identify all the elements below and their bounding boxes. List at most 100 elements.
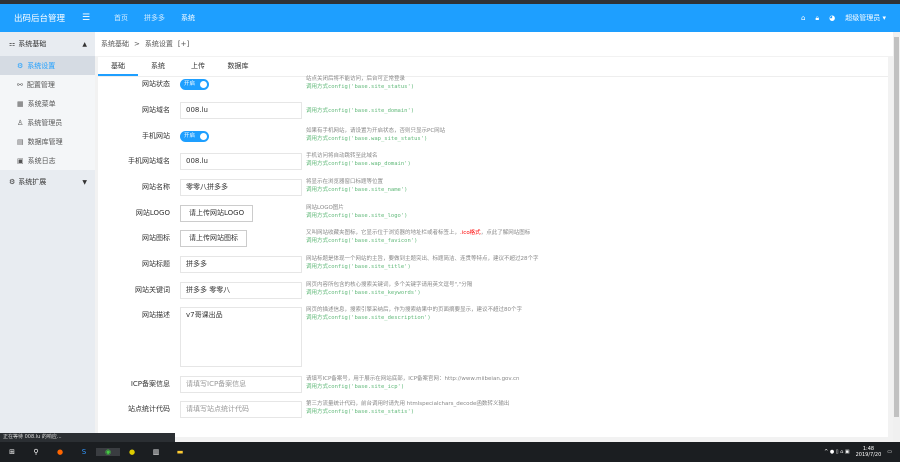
text-input[interactable]: 拼多多 零零八 <box>180 282 302 299</box>
help-text: 如果有手机网站，请设置为开启状态，否则只显示PC网站 <box>306 128 446 134</box>
nav-system[interactable]: 系统 <box>173 13 203 23</box>
field-label: ICP备案信息 <box>130 380 170 388</box>
menu-grid-icon: ▦ <box>17 99 24 108</box>
sidebar-item-label: 系统设置 <box>27 61 56 70</box>
taskbar: ⊞ ⚲ ● S ◉ ● ▥ ▬ ^ ● ▯ ⌂ ▣ 1:48 2019/7/20 … <box>0 442 900 462</box>
user-name: 超级管理员 <box>845 14 881 22</box>
field-label: 网站状态 <box>142 80 170 88</box>
field-help: 如果有手机网站，请设置为开启状态，否则只显示PC网站 调用方式config('ba… <box>306 127 566 143</box>
scrollbar[interactable] <box>893 32 900 442</box>
help-code: 调用方式config('base.site_domain') <box>306 108 415 114</box>
text-input[interactable]: 拼多多 <box>180 256 302 273</box>
clock[interactable]: 1:48 2019/7/20 <box>856 446 882 458</box>
text-input[interactable]: 请填写ICP备案信息 <box>180 376 302 393</box>
nav-home[interactable]: 首页 <box>106 13 136 23</box>
app-icon-2[interactable]: ▥ <box>144 448 168 456</box>
help-code: 调用方式config('base.site_icp') <box>306 384 405 390</box>
field-help: 网页内容所包含的核心搜索关键词，多个关键字请用英文逗号","分隔 调用方式conf… <box>306 281 566 297</box>
field-label: 站点统计代码 <box>128 405 170 413</box>
help-text: 将显示在浏览器窗口标题等位置 <box>306 179 384 185</box>
database-icon: ▤ <box>17 137 24 146</box>
log-icon: ▣ <box>17 156 24 165</box>
tab-basic[interactable]: 基础 <box>98 57 138 76</box>
top-header: 出码后台管理 ☰ 首页 拼多多 系统 ⌂ 🔒︎ ◕ 超级管理员 ▾ <box>0 4 900 32</box>
chevron-down-icon: ▼ <box>82 178 87 186</box>
sidebar-item-label: 配置管理 <box>26 80 55 89</box>
sidebar-item-label: 系统管理员 <box>27 118 63 127</box>
upload-button[interactable]: 请上传网站图标 <box>180 230 247 247</box>
text-input[interactable]: 008.lu <box>180 102 302 119</box>
config-icon: ⚯ <box>17 80 23 89</box>
file-explorer-icon[interactable]: ▬ <box>168 448 192 456</box>
grid-icon: ⚏ <box>9 40 16 48</box>
field-help: 又叫网站收藏夹图标，它显示位于浏览器的地址栏或者标签上，.ico格式，点此了解网… <box>306 229 566 245</box>
field-label: 网站名称 <box>142 183 170 191</box>
description-textarea[interactable]: v7哥课出品 <box>180 307 302 367</box>
user-menu[interactable]: 超级管理员 ▾ <box>845 13 886 23</box>
sidebar-item-admins[interactable]: ♙ 系统管理员 <box>0 113 95 132</box>
search-icon[interactable]: ⚲ <box>24 448 48 456</box>
status-toggle[interactable]: 开启 <box>180 131 209 142</box>
menu-toggle-icon[interactable]: ☰ <box>82 13 106 23</box>
field-help: 将显示在浏览器窗口标题等位置调用方式config('base.site_name… <box>306 178 566 194</box>
tab-database[interactable]: 数据库 <box>218 57 258 76</box>
windows-start-icon[interactable]: ⊞ <box>0 448 24 456</box>
sidebar-item-label: 系统日志 <box>27 156 56 165</box>
sidebar-item-label: 数据库管理 <box>27 137 63 146</box>
field-help: 第三方流量统计代码，前台调用时请先用 htmlspecialchars_deco… <box>306 400 566 416</box>
field-label: 网站描述 <box>142 311 170 319</box>
breadcrumb-item[interactable]: 系统设置 <box>145 39 173 49</box>
form-row: 站点统计代码 请填写站点统计代码 第三方流量统计代码，前台调用时请先用 htmls… <box>98 401 509 418</box>
sidebar-item-config[interactable]: ⚯ 配置管理 <box>0 75 95 94</box>
help-code: 调用方式config('base.site_keywords') <box>306 290 421 296</box>
form-row: 网站域名 008.lu 调用方式config('base.site_domain'… <box>98 102 414 119</box>
upload-button[interactable]: 请上传网站LOGO <box>180 205 254 222</box>
text-input[interactable]: 零零八拼多多 <box>180 179 302 196</box>
notification-icon[interactable]: ▭ <box>887 449 892 455</box>
help-text: 网页内容所包含的核心搜索关键词，多个关键字请用英文逗号","分隔 <box>306 282 473 288</box>
form-row: ICP备案信息 请填写ICP备案信息 请填写ICP备案号，用于展示在网站底部，IC… <box>98 376 520 393</box>
help-code: 调用方式config('base.site_status') <box>306 84 415 90</box>
form-row: 网站描述 v7哥课出品 网页的描述信息，搜索引擎采纳后，作为搜索结果中的页面摘要显… <box>98 307 522 367</box>
help-code: 调用方式config('base.site_description') <box>306 315 431 321</box>
breadcrumb: 系统基础 > 系统设置 [+] <box>95 32 893 56</box>
field-help: 网站标题是体现一个网站的主旨，要做到主题突出、标题简洁、连贯等特点，建议不超过2… <box>306 255 566 271</box>
sidebar-item-settings[interactable]: ⚙ 系统设置 <box>0 56 95 75</box>
help-code: 调用方式config('base.site_logo') <box>306 213 408 219</box>
sidebar-group-system-base[interactable]: ⚏ 系统基础 ▲ <box>0 32 95 56</box>
app-icon[interactable]: ● <box>120 448 144 456</box>
tray-icons[interactable]: ^ ● ▯ ⌂ ▣ <box>824 449 850 455</box>
sidebar-item-menu[interactable]: ▦ 系统菜单 <box>0 94 95 113</box>
form-row: 手机网站域名 008.lu 手机访问将自动跳转至此域名 调用方式config('ba… <box>98 153 411 170</box>
field-help: 请填写ICP备案号，用于展示在网站底部，ICP备案官网：http://www.m… <box>306 375 566 391</box>
field-help: 网站LOGO图片 调用方式config('base.site_logo') <box>306 204 566 220</box>
nav-pinduoduo[interactable]: 拼多多 <box>136 13 173 23</box>
home-icon[interactable]: ⌂ <box>801 14 805 22</box>
gear-icon: ⚙ <box>17 61 24 70</box>
status-toggle[interactable]: 开启 <box>180 79 209 90</box>
chrome-icon[interactable]: ◉ <box>96 448 120 456</box>
add-shortcut-button[interactable]: [+] <box>178 40 189 48</box>
sidebar-item-database[interactable]: ▤ 数据库管理 <box>0 132 95 151</box>
field-label: 网站图标 <box>142 234 170 242</box>
tab-upload[interactable]: 上传 <box>178 57 218 76</box>
help-link[interactable]: ，点此了解网站图标 <box>481 230 531 236</box>
form-row: 网站名称 零零八拼多多 将显示在浏览器窗口标题等位置调用方式config('bas… <box>98 179 407 196</box>
sidebar-item-logs[interactable]: ▣ 系统日志 <box>0 151 95 170</box>
sidebar-group-extension[interactable]: ⚙ 系统扩展 ▼ <box>0 170 95 194</box>
firefox-icon[interactable]: ● <box>48 448 72 456</box>
help-code: 调用方式config('base.site_name') <box>306 187 408 193</box>
lock-icon[interactable]: 🔒︎ <box>815 14 819 23</box>
settings-card: 基础 系统 上传 数据库 网站状态 开启 站点关闭后将不能访问，后台可正常登录 调用… <box>98 57 888 437</box>
sidebar-group-label: 系统扩展 <box>18 178 47 186</box>
help-text: 请填写ICP备案号，用于展示在网站底部，ICP备案官网：http://www.m… <box>306 376 520 382</box>
help-code: 调用方式config('base.wap_site_status') <box>306 136 428 142</box>
sogou-browser-icon[interactable]: S <box>72 448 96 456</box>
palette-icon[interactable]: ◕ <box>829 14 835 22</box>
text-input[interactable]: 请填写站点统计代码 <box>180 401 302 418</box>
clock-date: 2019/7/20 <box>855 452 882 458</box>
tab-system[interactable]: 系统 <box>138 57 178 76</box>
help-text: 又叫网站收藏夹图标，它显示位于浏览器的地址栏或者标签上， <box>306 230 461 236</box>
text-input[interactable]: 008.lu <box>180 153 302 170</box>
breadcrumb-item[interactable]: 系统基础 <box>101 39 129 49</box>
